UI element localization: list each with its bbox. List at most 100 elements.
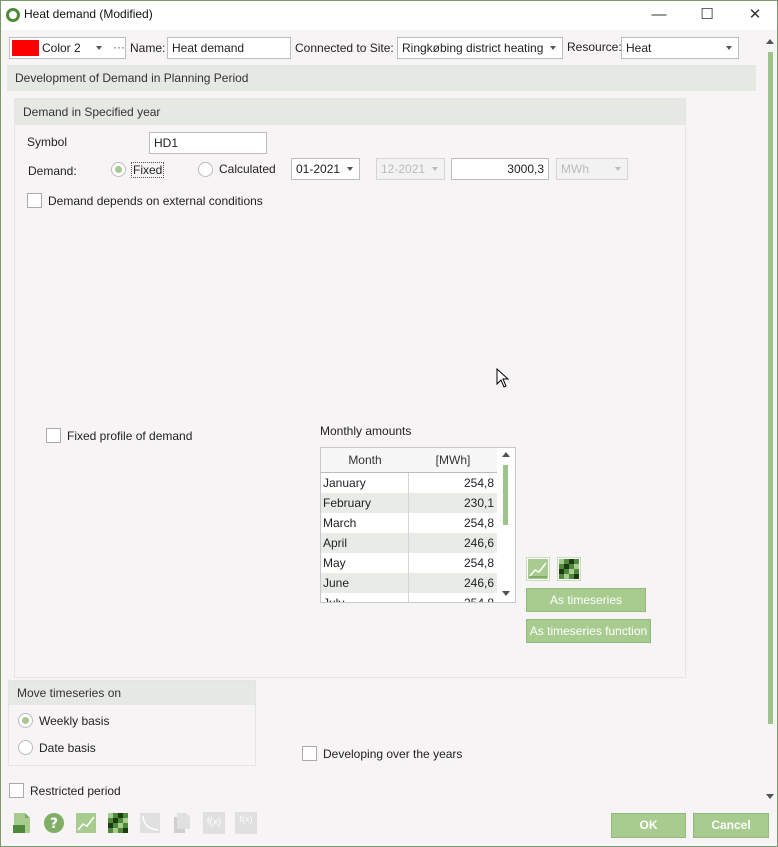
table-row[interactable]: June 246,6 xyxy=(321,573,498,593)
resource-value: Heat xyxy=(626,41,652,55)
as-timeseries-button[interactable]: As timeseries xyxy=(526,588,646,612)
date-basis-radio[interactable] xyxy=(18,740,33,755)
calculated-radio[interactable] xyxy=(198,162,213,177)
move-timeseries-header: Move timeseries on xyxy=(9,681,255,705)
value-cell[interactable]: 254,8 xyxy=(410,513,496,533)
chevron-down-icon xyxy=(96,46,102,50)
site-dropdown[interactable]: Ringkøbing district heating xyxy=(397,37,563,59)
amount-input[interactable]: 3000,3 xyxy=(451,158,549,180)
scroll-up-icon[interactable] xyxy=(502,452,510,457)
external-conditions-checkbox[interactable] xyxy=(27,193,42,208)
chart-view-button[interactable] xyxy=(526,557,550,581)
fixed-radio[interactable] xyxy=(111,162,126,177)
from-period-value: 01-2021 xyxy=(296,162,341,176)
table-row[interactable]: May 254,8 xyxy=(321,553,498,573)
symbol-label: Symbol xyxy=(27,135,68,149)
color-swatch xyxy=(12,40,39,56)
from-period-dropdown[interactable]: 01-2021 xyxy=(291,158,360,180)
symbol-input[interactable]: HD1 xyxy=(149,132,267,154)
chevron-down-icon xyxy=(726,46,732,50)
table-row[interactable]: March 254,8 xyxy=(321,513,498,533)
resource-dropdown[interactable]: Heat xyxy=(621,37,739,59)
weekly-basis-radio[interactable] xyxy=(18,713,33,728)
weekly-basis-label[interactable]: Weekly basis xyxy=(39,714,109,728)
monthly-amounts-table[interactable]: Month [MWh] January 254,8 February 230,1… xyxy=(320,447,516,603)
chevron-down-icon xyxy=(550,46,556,50)
help-icon[interactable]: ? xyxy=(43,812,65,834)
month-cell: February xyxy=(321,493,409,513)
fixed-profile-checkbox[interactable] xyxy=(46,428,61,443)
developing-label[interactable]: Developing over the years xyxy=(323,747,462,761)
restricted-period-checkbox[interactable] xyxy=(9,783,24,798)
color-label: Color 2 xyxy=(42,41,81,55)
month-cell: May xyxy=(321,553,409,573)
value-cell[interactable]: 254,8 xyxy=(410,593,496,602)
ok-button[interactable]: OK xyxy=(611,813,686,838)
close-button[interactable]: ✕ xyxy=(740,4,770,26)
table-row[interactable]: February 230,1 xyxy=(321,493,498,513)
month-cell: January xyxy=(321,473,409,493)
resource-label: Resource: xyxy=(567,40,622,54)
column-header-month[interactable]: Month xyxy=(321,448,409,473)
unit-dropdown: MWh xyxy=(556,158,628,180)
scroll-thumb[interactable] xyxy=(768,52,773,724)
specified-year-header: Demand in Specified year xyxy=(15,99,685,125)
date-basis-label[interactable]: Date basis xyxy=(39,741,96,755)
scroll-down-icon[interactable] xyxy=(502,591,510,596)
demand-label: Demand: xyxy=(28,164,77,178)
table-row[interactable]: July 254,8 xyxy=(321,593,498,602)
name-input[interactable]: Heat demand xyxy=(167,37,291,59)
title-bar: Heat demand (Modified) — ☐ ✕ xyxy=(0,0,778,30)
development-section-header: Development of Demand in Planning Period xyxy=(7,65,756,91)
table-row[interactable]: January 254,8 xyxy=(321,473,498,493)
function-check-icon: f(x) xyxy=(235,812,257,834)
site-value: Ringkøbing district heating xyxy=(402,41,544,55)
heatmap-icon xyxy=(559,559,579,579)
as-timeseries-function-button[interactable]: As timeseries function xyxy=(526,619,651,643)
value-cell[interactable]: 254,8 xyxy=(410,473,496,493)
app-logo-icon xyxy=(6,8,20,22)
month-cell: July xyxy=(321,593,409,602)
scroll-thumb[interactable] xyxy=(503,465,508,525)
name-label: Name: xyxy=(130,41,166,55)
scroll-up-icon[interactable] xyxy=(766,39,774,44)
more-options-button[interactable]: ··· xyxy=(113,40,125,54)
calculated-label[interactable]: Calculated xyxy=(219,162,276,176)
month-cell: June xyxy=(321,573,409,593)
window-title: Heat demand (Modified) xyxy=(24,7,153,21)
function-icon: f(x) xyxy=(203,812,225,834)
window-scrollbar[interactable] xyxy=(765,34,775,804)
table-header: Month [MWh] xyxy=(321,448,498,473)
value-cell[interactable]: 230,1 xyxy=(410,493,496,513)
restricted-period-label[interactable]: Restricted period xyxy=(30,784,121,798)
color-dropdown[interactable]: Color 2 ··· xyxy=(9,37,126,59)
minimize-button[interactable]: — xyxy=(644,4,674,26)
line-chart-icon xyxy=(528,559,548,579)
heatmap-view-button[interactable] xyxy=(557,557,581,581)
table-row[interactable]: April 246,6 xyxy=(321,533,498,553)
copy-document-icon xyxy=(174,813,190,833)
curve-icon xyxy=(140,813,160,833)
value-cell[interactable]: 246,6 xyxy=(410,533,496,553)
maximize-button[interactable]: ☐ xyxy=(692,4,722,26)
chart-icon[interactable] xyxy=(75,812,97,834)
fixed-profile-label[interactable]: Fixed profile of demand xyxy=(67,429,192,443)
heatmap-icon[interactable] xyxy=(107,812,129,834)
site-label: Connected to Site: xyxy=(295,41,394,55)
value-cell[interactable]: 246,6 xyxy=(410,573,496,593)
to-period-value: 12-2021 xyxy=(381,162,426,176)
mouse-cursor-icon xyxy=(496,368,510,388)
fixed-label[interactable]: Fixed xyxy=(131,162,165,178)
external-conditions-label[interactable]: Demand depends on external conditions xyxy=(48,194,263,208)
chevron-down-icon xyxy=(615,167,621,171)
cancel-button[interactable]: Cancel xyxy=(693,813,769,838)
scroll-down-icon[interactable] xyxy=(766,794,774,799)
to-period-dropdown: 12-2021 xyxy=(376,158,445,180)
new-document-icon[interactable] xyxy=(11,812,33,834)
value-cell[interactable]: 254,8 xyxy=(410,553,496,573)
monthly-amounts-title: Monthly amounts xyxy=(320,424,412,438)
developing-checkbox[interactable] xyxy=(302,746,317,761)
table-scrollbar[interactable] xyxy=(497,448,515,602)
column-header-mwh[interactable]: [MWh] xyxy=(410,448,496,473)
month-cell: April xyxy=(321,533,409,553)
